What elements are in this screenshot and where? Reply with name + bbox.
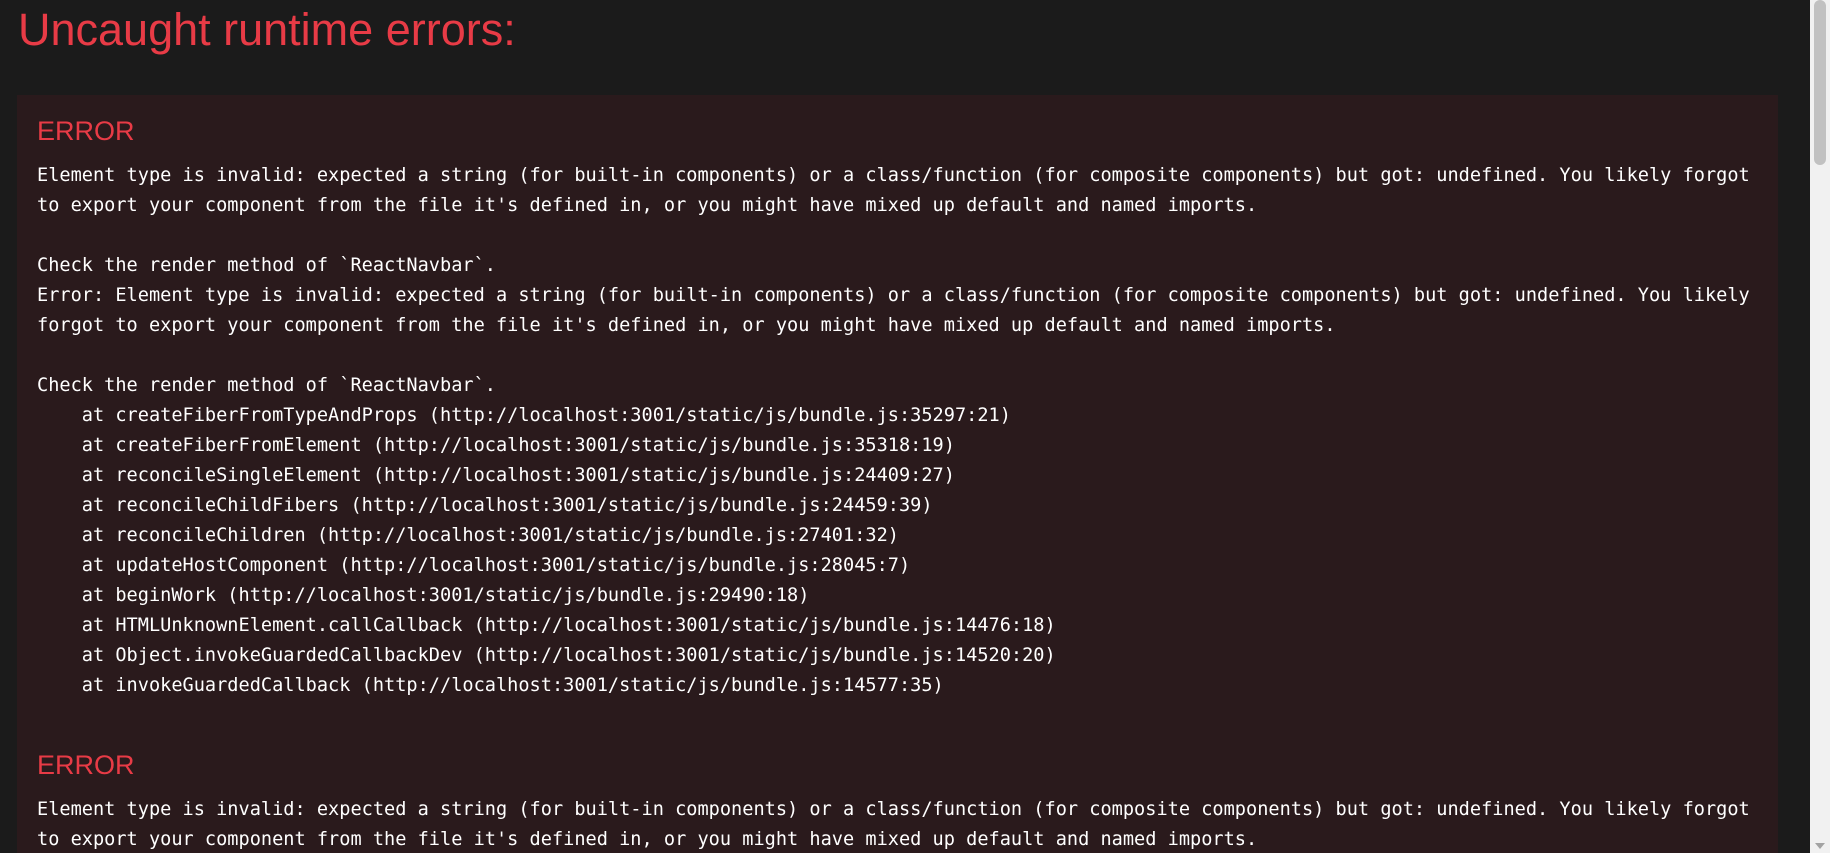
vertical-scrollbar[interactable]	[1810, 0, 1830, 853]
error-overlay: Uncaught runtime errors: ERROR Element t…	[0, 0, 1810, 853]
error-title: ERROR	[37, 116, 135, 146]
error-card: ERROR Element type is invalid: expected …	[17, 729, 1778, 853]
scrollbar-thumb[interactable]	[1814, 0, 1826, 165]
error-card: ERROR Element type is invalid: expected …	[17, 95, 1778, 729]
error-title: ERROR	[37, 750, 135, 780]
page-title: Uncaught runtime errors:	[18, 4, 516, 55]
error-list: ERROR Element type is invalid: expected …	[17, 95, 1778, 853]
scroll-down-arrow-icon[interactable]	[1815, 843, 1825, 849]
error-message: Element type is invalid: expected a stri…	[37, 165, 1750, 696]
error-message: Element type is invalid: expected a stri…	[37, 799, 1761, 850]
